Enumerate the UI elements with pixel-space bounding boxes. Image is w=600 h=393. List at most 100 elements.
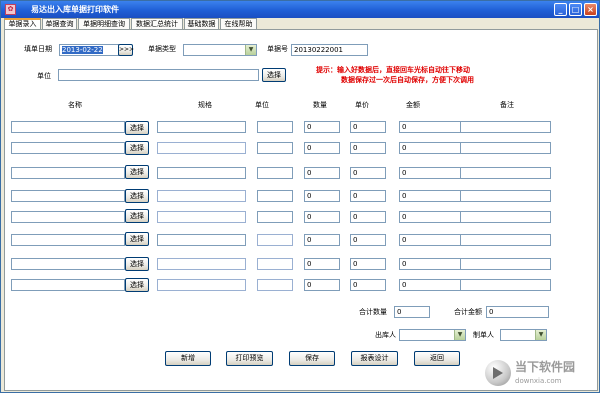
title-bar[interactable]: ✿ 易达出入库单据打印软件 _ □ × bbox=[1, 1, 599, 18]
row-qty-field[interactable]: 0 bbox=[304, 167, 340, 179]
row-name-field[interactable] bbox=[11, 121, 125, 133]
row-name-field[interactable] bbox=[11, 190, 125, 202]
watermark-domain: downxia.com bbox=[515, 377, 562, 385]
row-unit-field[interactable] bbox=[257, 234, 293, 246]
row-price-field[interactable]: 0 bbox=[350, 121, 386, 133]
row-qty-field[interactable]: 0 bbox=[304, 121, 340, 133]
date-value: 2013-02-22 bbox=[62, 46, 103, 54]
row-spec-field[interactable] bbox=[157, 167, 246, 179]
tab-summary[interactable]: 数据汇总统计 bbox=[131, 18, 183, 29]
close-button[interactable]: × bbox=[584, 3, 597, 16]
tab-help[interactable]: 在线帮助 bbox=[220, 18, 257, 29]
row-spec-field[interactable] bbox=[157, 211, 246, 223]
total-qty-field[interactable]: 0 bbox=[394, 306, 430, 318]
col-spec: 规格 bbox=[198, 101, 212, 109]
maker-select[interactable]: ▼ bbox=[500, 329, 547, 341]
row-price-field[interactable]: 0 bbox=[350, 142, 386, 154]
row-select-button[interactable]: 选择 bbox=[125, 165, 149, 179]
row-note-field[interactable] bbox=[460, 142, 551, 154]
date-field[interactable]: 2013-02-22 bbox=[59, 44, 119, 56]
print-preview-button[interactable]: 打印预览 bbox=[226, 351, 273, 366]
app-icon: ✿ bbox=[5, 4, 16, 15]
row-unit-field[interactable] bbox=[257, 258, 293, 270]
tab-detail-query[interactable]: 单据明细查询 bbox=[78, 18, 130, 29]
row-qty-field[interactable]: 0 bbox=[304, 142, 340, 154]
row-unit-field[interactable] bbox=[257, 142, 293, 154]
row-spec-field[interactable] bbox=[157, 142, 246, 154]
unit-label: 单位 bbox=[37, 72, 51, 80]
row-note-field[interactable] bbox=[460, 258, 551, 270]
row-note-field[interactable] bbox=[460, 121, 551, 133]
row-select-button[interactable]: 选择 bbox=[125, 257, 149, 271]
row-qty-field[interactable]: 0 bbox=[304, 211, 340, 223]
row-price-field[interactable]: 0 bbox=[350, 167, 386, 179]
col-name: 名称 bbox=[68, 101, 82, 109]
row-price-field[interactable]: 0 bbox=[350, 190, 386, 202]
watermark-name: 当下软件园 bbox=[515, 360, 576, 374]
row-select-button[interactable]: 选择 bbox=[125, 141, 149, 155]
minimize-button[interactable]: _ bbox=[554, 3, 567, 16]
row-note-field[interactable] bbox=[460, 234, 551, 246]
chevron-down-icon: ▼ bbox=[454, 330, 465, 340]
row-qty-field[interactable]: 0 bbox=[304, 279, 340, 291]
row-name-field[interactable] bbox=[11, 279, 125, 291]
row-unit-field[interactable] bbox=[257, 121, 293, 133]
row-unit-field[interactable] bbox=[257, 279, 293, 291]
type-select[interactable]: ▼ bbox=[183, 44, 257, 56]
row-name-field[interactable] bbox=[11, 167, 125, 179]
watermark: 当下软件园 downxia.com bbox=[485, 358, 595, 390]
row-note-field[interactable] bbox=[460, 279, 551, 291]
row-price-field[interactable]: 0 bbox=[350, 279, 386, 291]
row-name-field[interactable] bbox=[11, 258, 125, 270]
back-button[interactable]: 返回 bbox=[414, 351, 460, 366]
out-person-select[interactable]: ▼ bbox=[399, 329, 466, 341]
row-qty-field[interactable]: 0 bbox=[304, 258, 340, 270]
unit-field[interactable] bbox=[58, 69, 259, 81]
row-unit-field[interactable] bbox=[257, 211, 293, 223]
row-select-button[interactable]: 选择 bbox=[125, 278, 149, 292]
save-button[interactable]: 保存 bbox=[289, 351, 335, 366]
row-price-field[interactable]: 0 bbox=[350, 211, 386, 223]
row-unit-field[interactable] bbox=[257, 167, 293, 179]
row-qty-field[interactable]: 0 bbox=[304, 234, 340, 246]
tab-query[interactable]: 单据查询 bbox=[42, 18, 77, 29]
maximize-button[interactable]: □ bbox=[569, 3, 582, 16]
tab-entry[interactable]: 单据录入 bbox=[4, 18, 41, 29]
row-price-field[interactable]: 0 bbox=[350, 258, 386, 270]
col-price: 单价 bbox=[355, 101, 369, 109]
row-note-field[interactable] bbox=[460, 211, 551, 223]
row-note-field[interactable] bbox=[460, 167, 551, 179]
row-spec-field[interactable] bbox=[157, 258, 246, 270]
row-select-button[interactable]: 选择 bbox=[125, 189, 149, 203]
new-button[interactable]: 新增 bbox=[165, 351, 211, 366]
row-spec-field[interactable] bbox=[157, 190, 246, 202]
row-name-field[interactable] bbox=[11, 142, 125, 154]
unit-select-button[interactable]: 选择 bbox=[262, 68, 286, 82]
row-spec-field[interactable] bbox=[157, 121, 246, 133]
date-picker-button[interactable]: >>> bbox=[118, 44, 134, 56]
out-person-value bbox=[400, 330, 402, 340]
number-field[interactable]: 20130222001 bbox=[291, 44, 368, 56]
col-qty: 数量 bbox=[313, 101, 327, 109]
chevron-down-icon: ▼ bbox=[245, 45, 256, 55]
date-label: 填单日期 bbox=[24, 45, 52, 53]
tab-base-data[interactable]: 基础数据 bbox=[184, 18, 219, 29]
row-price-field[interactable]: 0 bbox=[350, 234, 386, 246]
row-select-button[interactable]: 选择 bbox=[125, 232, 149, 246]
row-select-button[interactable]: 选择 bbox=[125, 209, 149, 223]
type-label: 单据类型 bbox=[148, 45, 176, 53]
col-note: 备注 bbox=[500, 101, 514, 109]
total-amount-field[interactable]: 0 bbox=[486, 306, 549, 318]
col-amount: 金额 bbox=[406, 101, 420, 109]
row-note-field[interactable] bbox=[460, 190, 551, 202]
row-spec-field[interactable] bbox=[157, 279, 246, 291]
type-value bbox=[184, 45, 186, 55]
row-spec-field[interactable] bbox=[157, 234, 246, 246]
row-unit-field[interactable] bbox=[257, 190, 293, 202]
row-qty-field[interactable]: 0 bbox=[304, 190, 340, 202]
row-name-field[interactable] bbox=[11, 211, 125, 223]
report-design-button[interactable]: 报表设计 bbox=[351, 351, 398, 366]
number-label: 单据号 bbox=[267, 45, 288, 53]
row-select-button[interactable]: 选择 bbox=[125, 121, 149, 135]
row-name-field[interactable] bbox=[11, 234, 125, 246]
